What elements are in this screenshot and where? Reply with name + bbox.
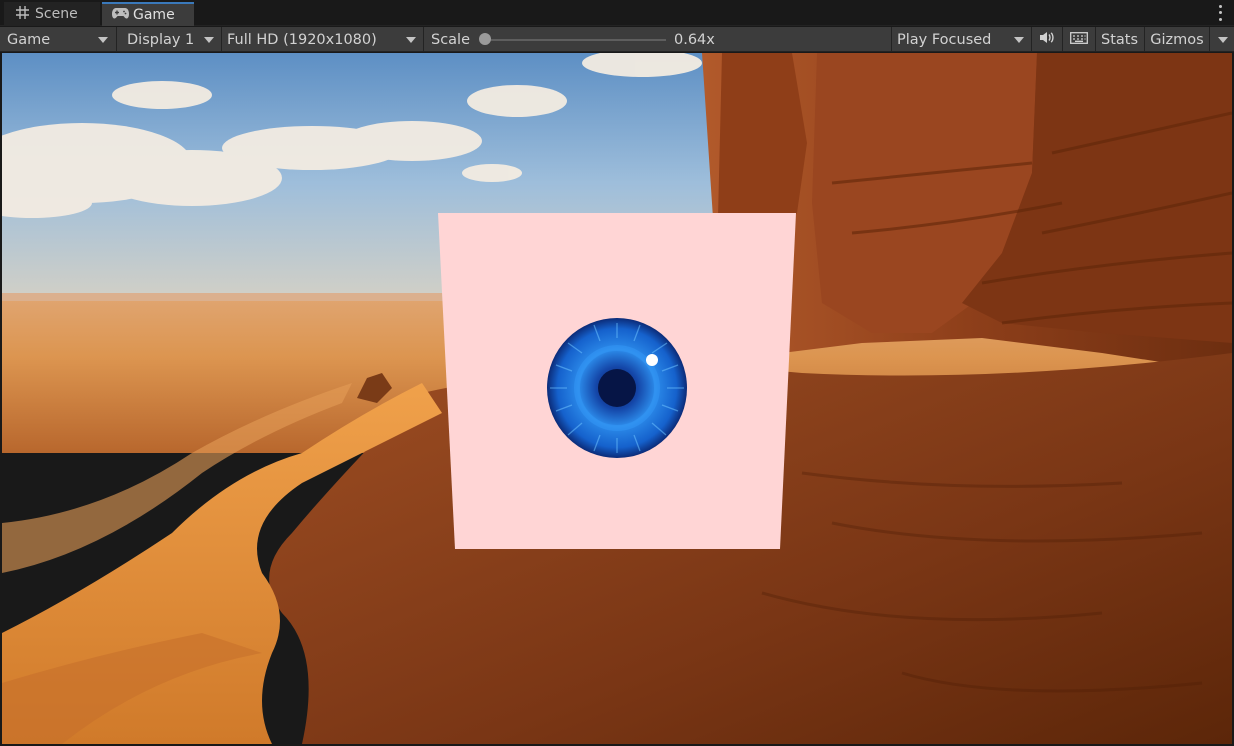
scale-label: Scale — [431, 31, 471, 48]
game-toolbar: Game Display 1 Full HD (1920x1080) Scale… — [0, 27, 1234, 52]
resolution-label: Full HD (1920x1080) — [227, 31, 377, 48]
tab-game-label: Game — [133, 7, 175, 23]
eye-sprite — [547, 318, 687, 458]
more-options-icon[interactable] — [1216, 3, 1224, 23]
scale-value: 0.64x — [674, 31, 715, 48]
tab-bar: Scene Game — [0, 0, 1234, 26]
tab-scene-label: Scene — [35, 6, 78, 22]
scale-slider-handle[interactable] — [479, 33, 491, 45]
tab-scene[interactable]: Scene — [4, 2, 100, 26]
unity-game-window: Scene Game Game Display 1 Full HD (1920x… — [0, 0, 1234, 746]
tab-game[interactable]: Game — [102, 2, 194, 26]
keyboard-icon — [1070, 31, 1088, 48]
scale-slider-track[interactable] — [484, 39, 666, 41]
stats-button[interactable]: Stats — [1096, 27, 1143, 52]
play-mode-dropdown[interactable]: Play Focused — [892, 27, 1030, 52]
game-render — [2, 53, 1232, 744]
shortcuts-toggle[interactable] — [1063, 27, 1095, 52]
view-mode-dropdown[interactable]: Game — [0, 27, 114, 52]
resolution-dropdown[interactable]: Full HD (1920x1080) — [222, 27, 422, 52]
gamepad-icon — [112, 7, 129, 23]
view-mode-label: Game — [7, 31, 51, 48]
game-viewport[interactable] — [2, 53, 1232, 744]
display-dropdown[interactable]: Display 1 — [118, 27, 220, 52]
gizmos-button[interactable]: Gizmos — [1145, 27, 1209, 52]
display-label: Display 1 — [127, 31, 195, 48]
mute-audio-toggle[interactable] — [1032, 27, 1062, 52]
grid-icon — [14, 5, 30, 23]
gizmos-dropdown[interactable] — [1210, 27, 1234, 52]
speaker-icon — [1039, 31, 1055, 48]
play-mode-label: Play Focused — [897, 31, 992, 48]
